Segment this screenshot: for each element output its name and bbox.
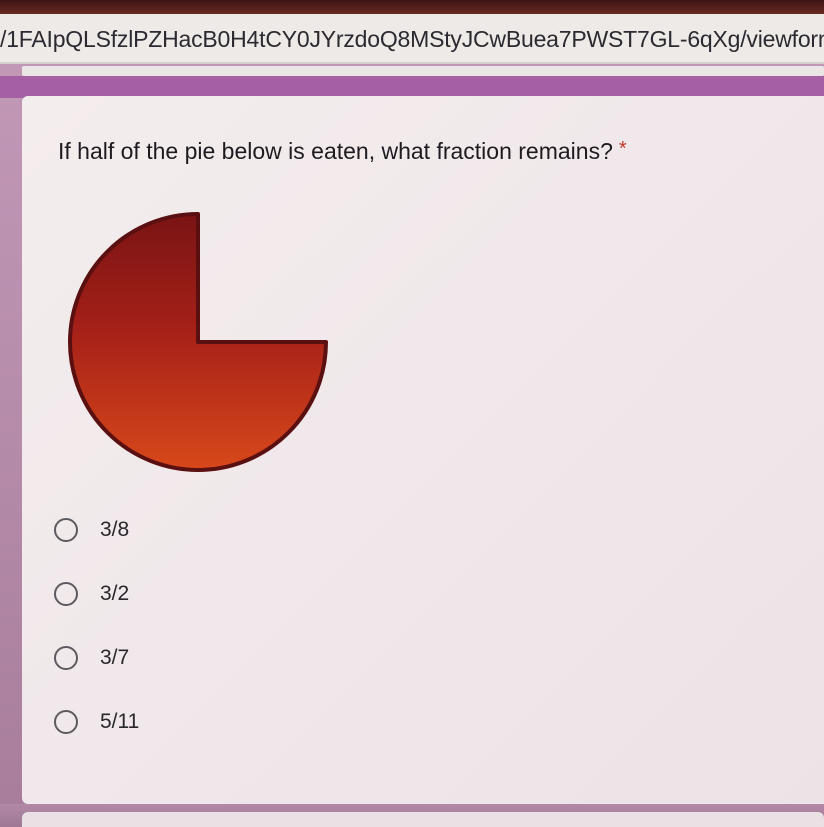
- question-text: If half of the pie below is eaten, what …: [58, 138, 613, 164]
- address-bar[interactable]: /1FAIpQLSfzlPZHacB0H4tCY0JYrzdoQ8MStyJCw…: [0, 14, 824, 64]
- answer-options: 3/8 3/2 3/7 5/11: [52, 498, 139, 754]
- option-3-8[interactable]: 3/8: [52, 498, 139, 562]
- option-5-11[interactable]: 5/11: [52, 690, 139, 754]
- option-label: 5/11: [100, 710, 140, 733]
- option-label: 3/8: [100, 518, 130, 541]
- required-asterisk: *: [618, 138, 627, 160]
- question-card: If half of the pie below is eaten, what …: [22, 96, 824, 804]
- option-3-7[interactable]: 3/7: [52, 626, 139, 690]
- toolbar-divider: [22, 66, 824, 76]
- option-label: 3/7: [100, 646, 130, 669]
- pie-image: [68, 212, 328, 472]
- page: /1FAIpQLSfzlPZHacB0H4tCY0JYrzdoQ8MStyJCw…: [0, 0, 824, 827]
- pie-remaining-slice: [68, 212, 328, 472]
- window-top-edge: [0, 0, 824, 14]
- option-label: 3/2: [100, 582, 130, 605]
- radio-button[interactable]: [54, 646, 78, 670]
- option-3-2[interactable]: 3/2: [52, 562, 139, 626]
- radio-button[interactable]: [54, 518, 78, 542]
- question-title: If half of the pie below is eaten, what …: [58, 138, 627, 165]
- form-accent-band: [0, 76, 824, 98]
- radio-button[interactable]: [54, 710, 78, 734]
- url-text[interactable]: /1FAIpQLSfzlPZHacB0H4tCY0JYrzdoQ8MStyJCw…: [0, 26, 824, 53]
- radio-button[interactable]: [54, 582, 78, 606]
- next-card-edge: [22, 812, 824, 827]
